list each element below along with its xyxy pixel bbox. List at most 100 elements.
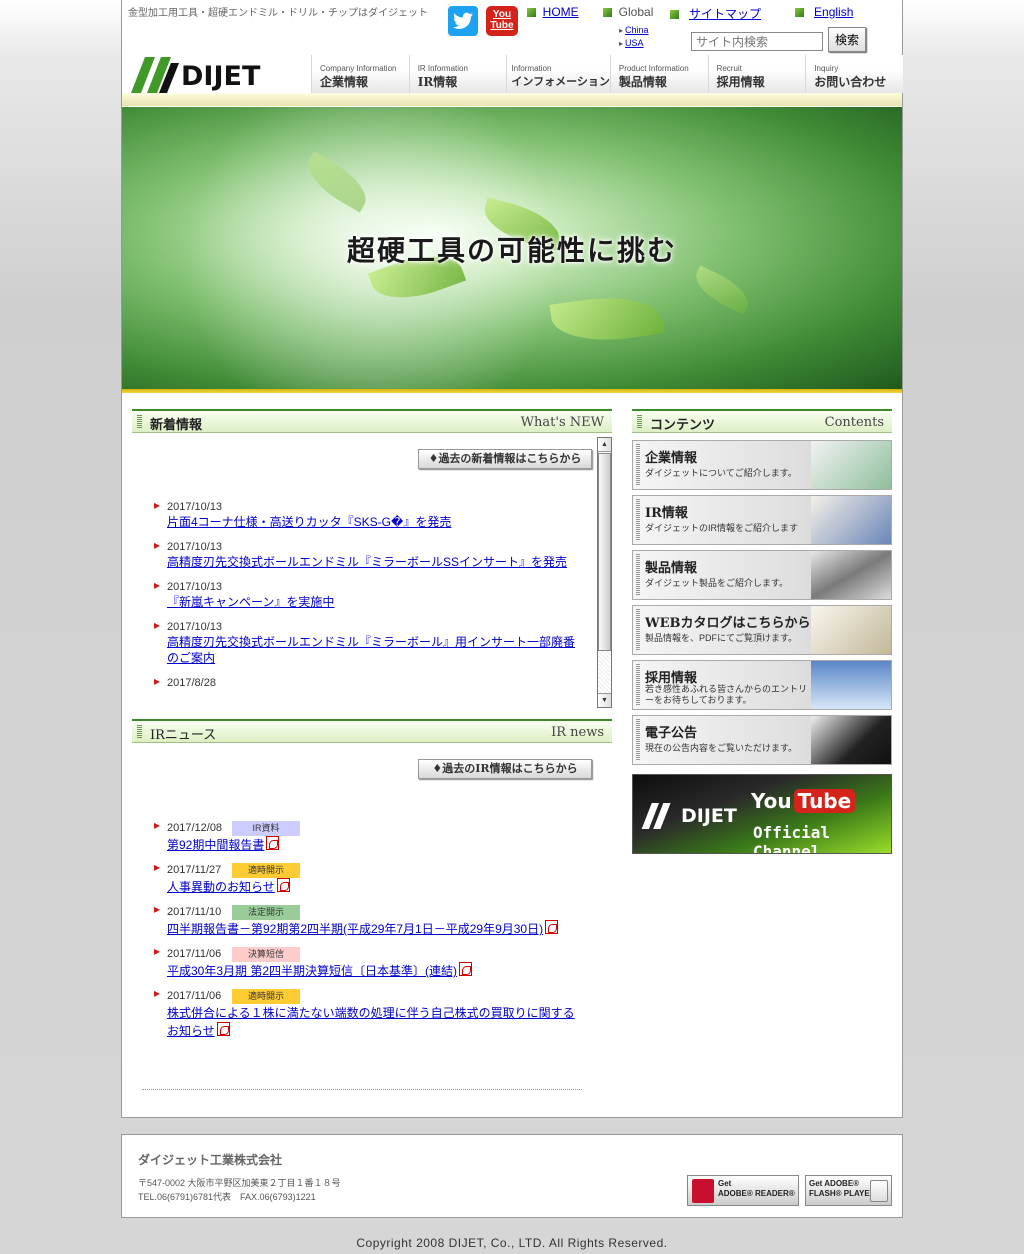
nav-ir-en: IR Information: [417, 64, 468, 73]
list-item: 2017/8/28: [136, 674, 584, 690]
news-date: 2017/8/28: [167, 677, 216, 689]
youtube-link[interactable]: You Tube: [486, 6, 518, 36]
home-link[interactable]: HOME: [543, 5, 579, 19]
card-desc: ダイジェットについてご紹介します。: [645, 468, 797, 478]
get-adobe-reader-button[interactable]: Get ADOBE® READER®: [687, 1175, 799, 1206]
nav-product[interactable]: Product Information 製品情報: [609, 55, 708, 93]
list-item: 2017/11/06 決算短信 平成30年3月期 第2四半期決算短信〔日本基準〕(…: [136, 944, 584, 980]
scroll-thumb[interactable]: [598, 453, 611, 651]
nav-ir[interactable]: IR Information IR情報: [408, 55, 507, 93]
footer-company-name: ダイジェット工業株式会社: [138, 1153, 283, 1167]
news-date: 2017/10/13: [167, 581, 223, 593]
card-title: 電子公告: [645, 726, 698, 741]
reader-line-2: ADOBE® READER®: [718, 1189, 795, 1198]
nav-recruit-jp: 採用情報: [716, 75, 765, 89]
leaf-shape: [549, 289, 665, 349]
youtube-icon-text-2: Tube: [490, 20, 514, 31]
list-item: 2017/11/27 適時開示 人事異動のお知らせ: [136, 860, 584, 896]
content-card-recruit[interactable]: 採用情報 若き感性あふれる皆さんからのエントリーをお待ちしております。: [632, 660, 892, 710]
news-title-link[interactable]: 高精度刃先交換式ボールエンドミル『ミラーボールSSインサート』を発売: [167, 555, 567, 569]
ir-title-link[interactable]: 四半期報告書－第92期第2四半期(平成29年7月1日－平成29年9月30日): [167, 922, 543, 936]
nav-information-jp: インフォメーション: [511, 75, 610, 88]
page-container: 金型加工用工具・超硬エンドミル・ドリル・チップはダイジェット You Tube …: [121, 0, 903, 1118]
hero-title: 超硬工具の可能性に挑む: [346, 234, 677, 267]
pdf-icon[interactable]: [266, 836, 280, 850]
pdf-icon[interactable]: [276, 878, 290, 892]
past-news-button-label: 過去の新着情報はこちらから: [438, 452, 582, 465]
pdf-icon[interactable]: [459, 962, 473, 976]
contents-heading: コンテンツ Contents: [632, 409, 892, 433]
content-card-catalog[interactable]: WEBカタログはこちらから 製品情報を、PDFにてご覧頂けます。: [632, 605, 892, 655]
nav-recruit[interactable]: Recruit 採用情報: [707, 55, 806, 93]
hero-banner: 超硬工具の可能性に挑む: [122, 107, 902, 389]
nav-inquiry-en: Inquiry: [814, 64, 839, 73]
nav-company[interactable]: Company Information 企業情報: [311, 55, 409, 93]
ir-title-link[interactable]: 第92期中間報告書: [167, 838, 264, 852]
nav-company-jp: 企業情報: [320, 75, 369, 89]
green-square-icon: [670, 10, 679, 20]
ir-title-link[interactable]: 平成30年3月期 第2四半期決算短信〔日本基準〕(連結): [167, 964, 457, 978]
card-title: 企業情報: [645, 451, 698, 466]
list-item: 2017/12/08 IR資料 第92期中間報告書: [136, 818, 584, 854]
news-title-link[interactable]: 『新嵐キャンペーン』を実施中: [167, 595, 334, 609]
ir-date: 2017/11/06: [167, 948, 222, 960]
card-desc: ダイジェット製品をご紹介します。: [645, 578, 789, 588]
twitter-bird-icon: [453, 12, 473, 29]
news-date: 2017/10/13: [167, 621, 223, 633]
card-title: IR情報: [645, 506, 688, 521]
green-square-icon: [795, 8, 804, 18]
pdf-icon[interactable]: [545, 920, 559, 934]
card-title: 製品情報: [645, 561, 698, 576]
news-title-link[interactable]: 高精度刃先交換式ボールエンドミル『ミラーボール』用インサート一部廃番のご案内: [167, 635, 575, 665]
news-heading-en: What's NEW: [520, 415, 604, 430]
sitemap-link[interactable]: サイトマップ: [689, 7, 761, 21]
china-link[interactable]: China: [625, 25, 649, 35]
news-date: 2017/10/13: [167, 501, 223, 513]
sitemap-link-wrap: サイトマップ: [670, 5, 761, 22]
pdf-icon[interactable]: [216, 1022, 230, 1036]
scroll-down-arrow-icon[interactable]: ▼: [598, 693, 611, 707]
dijet-logo[interactable]: DIJET: [131, 57, 286, 93]
banner-youtube-text: You Tube: [751, 789, 856, 813]
news-scrollbar[interactable]: ▲ ▼: [597, 437, 612, 708]
banner-tube: Tube: [793, 789, 856, 813]
logo-stripes-icon: [641, 803, 671, 829]
global-nav: Company Information 企業情報 IR Information IR…: [311, 55, 903, 93]
ir-date: 2017/11/10: [167, 906, 222, 918]
content-card-ir[interactable]: IR情報ダイジェットのIR情報をご紹介します: [632, 495, 892, 545]
nav-information[interactable]: Information インフォメーション: [506, 55, 610, 93]
content-card-product[interactable]: 製品情報ダイジェット製品をご紹介します。: [632, 550, 892, 600]
ir-heading-en: IR news: [551, 725, 604, 740]
search-button[interactable]: 検索: [828, 27, 866, 52]
ir-date: 2017/12/08: [167, 822, 223, 834]
youtube-icon-text-1: You: [492, 9, 512, 20]
news-title-link[interactable]: 片面4コーナ仕様・高送りカッタ『SKS-G�』を発売: [167, 515, 451, 529]
global-sub-links: China USA: [619, 24, 649, 50]
nav-product-en: Product Information: [618, 64, 689, 73]
youtube-channel-banner[interactable]: DIJET You Tube Official Channel: [632, 774, 892, 854]
ir-title-link[interactable]: 人事異動のお知らせ: [167, 880, 275, 894]
banner-you: You: [751, 789, 792, 813]
scroll-up-arrow-icon[interactable]: ▲: [598, 438, 611, 452]
search-input[interactable]: [691, 32, 823, 51]
usa-link[interactable]: USA: [625, 38, 644, 48]
ir-heading: IRニュース IR news: [132, 719, 612, 743]
leaf-shape: [689, 265, 755, 315]
content-card-company[interactable]: 企業情報ダイジェットについてご紹介します。: [632, 440, 892, 490]
twitter-link[interactable]: [448, 6, 478, 36]
past-ir-button[interactable]: ♦過去のIR情報はこちらから: [418, 759, 592, 779]
get-flash-player-button[interactable]: Get ADOBE® FLASH® PLAYER: [805, 1175, 892, 1206]
nav-underbar: [122, 93, 902, 106]
english-link[interactable]: English: [814, 5, 853, 19]
card-desc: ダイジェットのIR情報をご紹介します: [645, 523, 799, 533]
banner-channel-text: Official Channel: [753, 823, 831, 854]
list-item: 2017/10/13 『新嵐キャンペーン』を実施中: [136, 578, 584, 610]
news-list: 2017/10/13 片面4コーナ仕様・高送りカッタ『SKS-G�』を発売 201…: [136, 500, 584, 706]
footer: ダイジェット工業株式会社 〒547-0002 大阪市平野区加美東２丁目１番１８号…: [121, 1134, 903, 1218]
sky-image: [811, 661, 891, 709]
content-card-notice[interactable]: 電子公告 現在の公告内容をご覧いただけます。: [632, 715, 892, 765]
past-news-button[interactable]: ♦過去の新着情報はこちらから: [418, 449, 592, 469]
green-square-icon: [603, 8, 612, 18]
status-badge: 適時開示: [232, 988, 300, 1004]
nav-inquiry[interactable]: Inquiry お問い合わせ: [805, 55, 903, 93]
